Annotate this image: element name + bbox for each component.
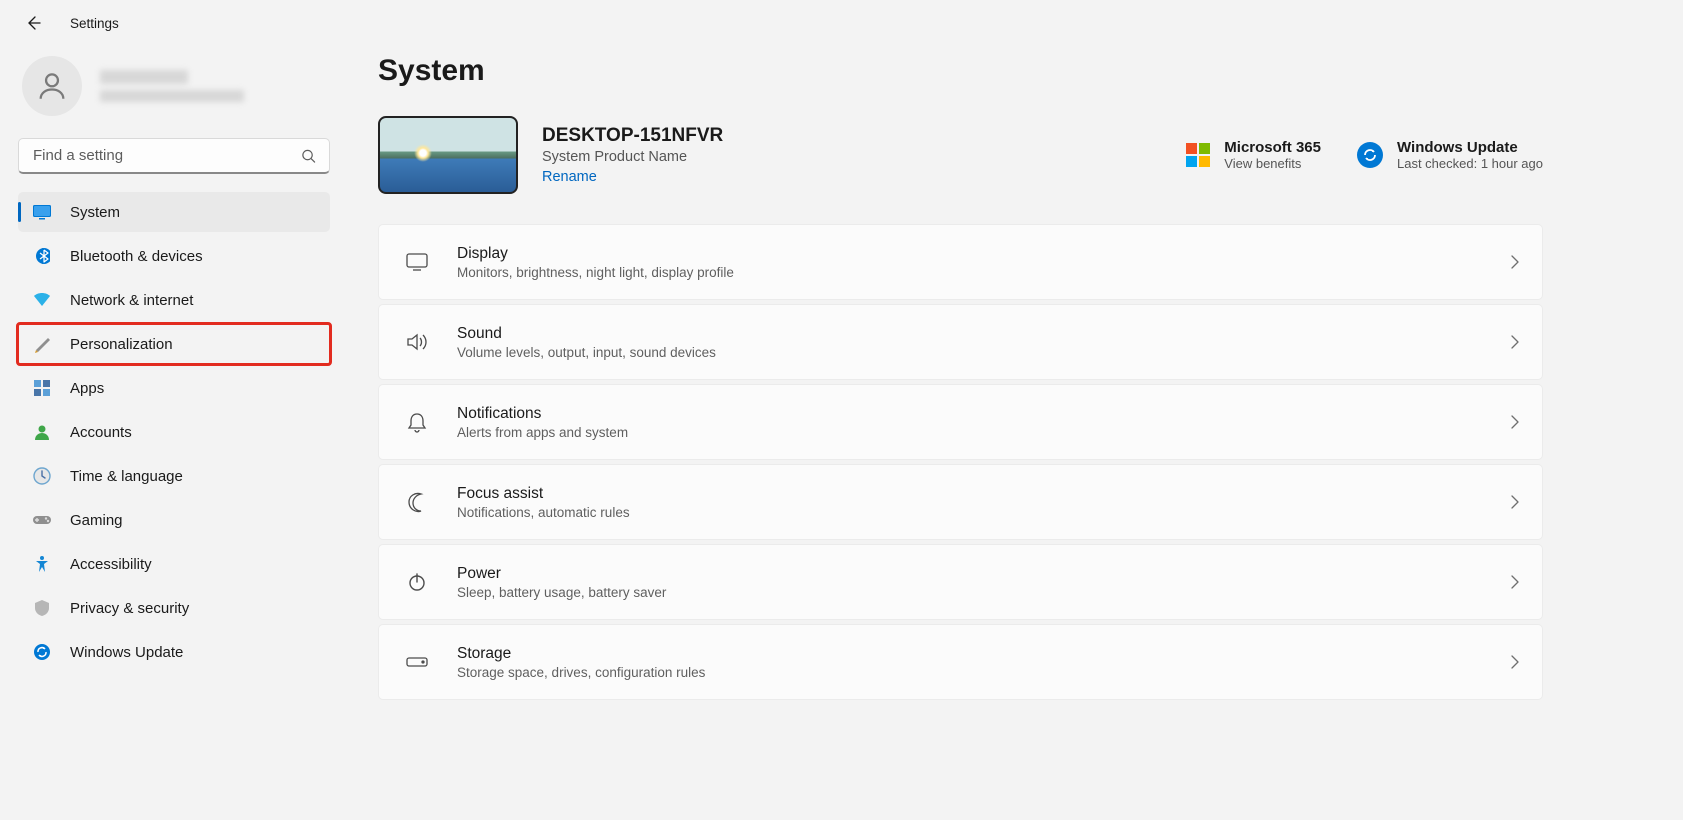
sidebar-item-windows-update[interactable]: Windows Update [18,632,330,672]
card-title: Focus assist [457,485,630,503]
wu-sub: Last checked: 1 hour ago [1397,156,1543,171]
microsoft-logo-icon [1186,143,1210,167]
storage-icon [401,655,433,669]
gamepad-icon [32,510,52,530]
card-subtitle: Alerts from apps and system [457,425,628,440]
sidebar: System Bluetooth & devices Network & int… [18,36,338,700]
card-notifications[interactable]: Notifications Alerts from apps and syste… [378,384,1543,460]
sidebar-item-accounts[interactable]: Accounts [18,412,330,452]
sidebar-item-gaming[interactable]: Gaming [18,500,330,540]
sidebar-item-time-language[interactable]: Time & language [18,456,330,496]
card-subtitle: Sleep, battery usage, battery saver [457,585,666,600]
sidebar-item-label: Privacy & security [70,600,189,617]
microsoft-365-link[interactable]: Microsoft 365 View benefits [1186,139,1321,171]
sound-icon [401,331,433,353]
chevron-right-icon [1510,575,1520,589]
sidebar-item-apps[interactable]: Apps [18,368,330,408]
avatar [22,56,82,116]
sidebar-item-personalization[interactable]: Personalization [18,324,330,364]
sidebar-item-label: System [70,204,120,221]
sidebar-item-label: Windows Update [70,644,183,661]
card-title: Storage [457,645,705,663]
shield-icon [32,598,52,618]
sidebar-item-label: Apps [70,380,104,397]
back-button[interactable] [24,14,42,32]
settings-card-list: Display Monitors, brightness, night ligh… [378,224,1543,700]
sync-icon [1357,142,1383,168]
chevron-right-icon [1510,335,1520,349]
rename-link[interactable]: Rename [542,169,723,185]
device-product-name: System Product Name [542,149,723,165]
chevron-right-icon [1510,495,1520,509]
card-title: Notifications [457,405,628,423]
main-content: System DESKTOP-151NFVR System Product Na… [338,36,1683,700]
sidebar-item-label: Network & internet [70,292,193,309]
user-account-block[interactable] [18,36,330,136]
card-storage[interactable]: Storage Storage space, drives, configura… [378,624,1543,700]
power-icon [401,571,433,593]
card-display[interactable]: Display Monitors, brightness, night ligh… [378,224,1543,300]
windows-update-icon [32,642,52,662]
card-subtitle: Notifications, automatic rules [457,505,630,520]
settings-nav: System Bluetooth & devices Network & int… [18,192,330,672]
accessibility-icon [32,554,52,574]
device-header: DESKTOP-151NFVR System Product Name Rena… [378,116,1543,194]
apps-icon [32,378,52,398]
user-email-redacted [100,90,244,102]
person-icon [35,69,69,103]
windows-update-link[interactable]: Windows Update Last checked: 1 hour ago [1357,139,1543,171]
sidebar-item-label: Accounts [70,424,132,441]
chevron-right-icon [1510,415,1520,429]
sidebar-item-network[interactable]: Network & internet [18,280,330,320]
search-icon [301,149,316,164]
sidebar-item-label: Gaming [70,512,123,529]
moon-icon [401,491,433,513]
card-title: Display [457,245,734,263]
wifi-icon [32,290,52,310]
bluetooth-icon [32,246,52,266]
sidebar-item-label: Time & language [70,468,183,485]
clock-globe-icon [32,466,52,486]
desktop-preview-thumbnail[interactable] [378,116,518,194]
card-power[interactable]: Power Sleep, battery usage, battery save… [378,544,1543,620]
card-subtitle: Storage space, drives, configuration rul… [457,665,705,680]
card-title: Power [457,565,666,583]
app-title: Settings [70,16,119,31]
sidebar-item-accessibility[interactable]: Accessibility [18,544,330,584]
card-title: Sound [457,325,716,343]
chevron-right-icon [1510,655,1520,669]
sidebar-item-label: Bluetooth & devices [70,248,203,265]
sidebar-item-privacy[interactable]: Privacy & security [18,588,330,628]
display-icon [401,252,433,272]
user-name-redacted [100,70,188,84]
search-input[interactable] [18,138,330,174]
sidebar-item-system[interactable]: System [18,192,330,232]
ms365-sub: View benefits [1224,156,1321,171]
system-icon [32,202,52,222]
settings-search [18,138,330,174]
paintbrush-icon [32,334,52,354]
card-focus-assist[interactable]: Focus assist Notifications, automatic ru… [378,464,1543,540]
card-subtitle: Volume levels, output, input, sound devi… [457,345,716,360]
sidebar-item-label: Personalization [70,336,173,353]
sidebar-item-label: Accessibility [70,556,152,573]
arrow-left-icon [25,15,41,31]
wu-title: Windows Update [1397,139,1543,156]
page-title: System [378,54,1543,88]
device-name: DESKTOP-151NFVR [542,125,723,147]
sidebar-item-bluetooth[interactable]: Bluetooth & devices [18,236,330,276]
card-sound[interactable]: Sound Volume levels, output, input, soun… [378,304,1543,380]
bell-icon [401,411,433,433]
card-subtitle: Monitors, brightness, night light, displ… [457,265,734,280]
chevron-right-icon [1510,255,1520,269]
accounts-icon [32,422,52,442]
ms365-title: Microsoft 365 [1224,139,1321,156]
